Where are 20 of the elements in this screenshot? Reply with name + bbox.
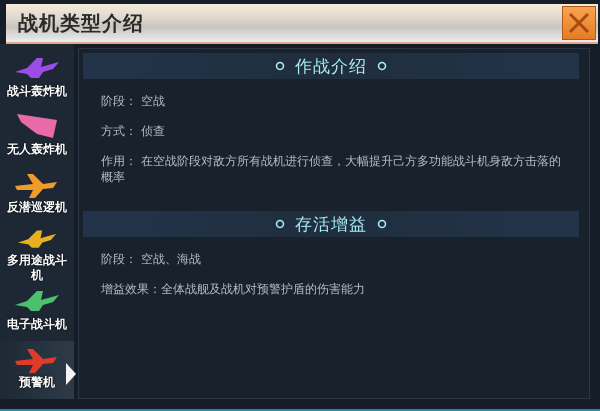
section-title: 存活增益 — [295, 214, 367, 236]
pointer-icon — [66, 363, 76, 386]
sidebar-item[interactable]: 反潜巡逻机 — [0, 166, 74, 224]
circle-icon — [275, 61, 285, 71]
sidebar-item[interactable]: 电子战斗机 — [0, 283, 74, 342]
circle-icon — [377, 219, 387, 229]
section-title: 作战介绍 — [295, 56, 367, 78]
description-text: 阶段： 空战 — [100, 93, 166, 109]
description-text: 阶段： 空战、海战 — [100, 251, 202, 267]
sidebar-item[interactable]: 多用途战斗机 — [0, 223, 74, 284]
circle-icon — [377, 61, 387, 71]
window-title: 战机类型介绍 — [18, 10, 144, 36]
description-text: 增益效果：全体战舰及战机对预警护盾的伤害能力 — [100, 281, 366, 297]
close-button[interactable] — [562, 6, 596, 40]
description-text: 作用： 在空战阶段对敌方所有战机进行侦查，大幅提升己方多功能战斗机身敌方击落的概率 — [100, 153, 562, 185]
sidebar-item[interactable]: 战斗轰炸机 — [0, 50, 74, 108]
sidebar-item[interactable]: 无人轰炸机 — [0, 108, 74, 166]
description-text: 方式： 侦查 — [100, 123, 166, 139]
close-icon — [567, 11, 591, 35]
circle-icon — [275, 219, 285, 229]
